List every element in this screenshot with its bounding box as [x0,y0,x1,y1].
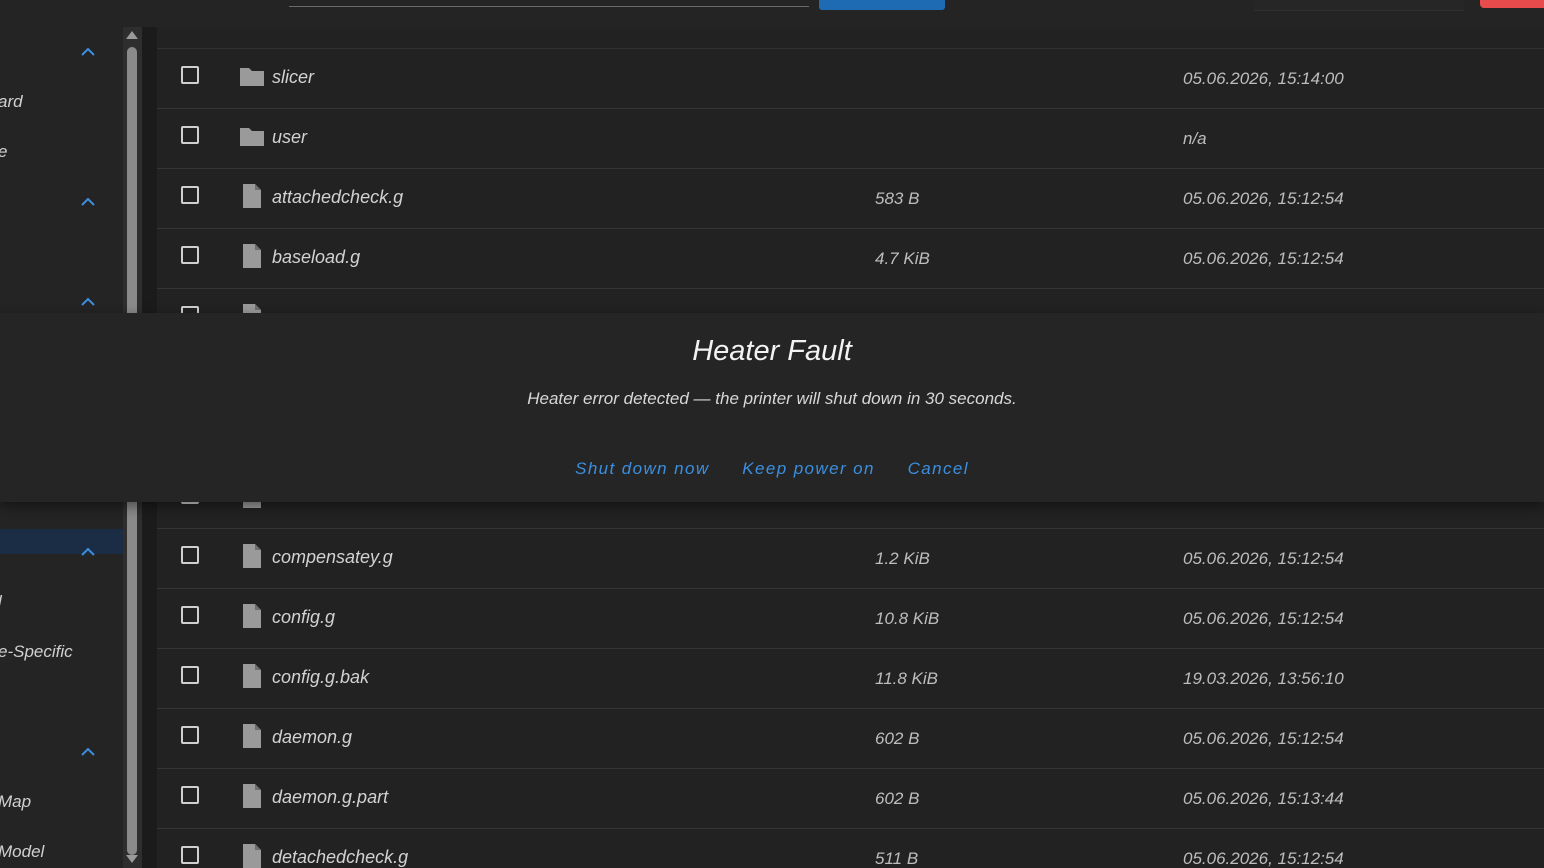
chevron-up-icon[interactable] [80,745,96,759]
folder-icon [239,63,265,89]
sidebar-item-object-model[interactable]: Model [0,842,44,862]
file-size: 4.7 KiB [875,249,930,268]
file-icon [239,183,265,209]
file-name[interactable]: attachedcheck.g [272,187,403,208]
file-size: 511 B [875,849,919,868]
file-name[interactable]: daemon.g [272,727,352,748]
sidebar-item-dashboard[interactable]: ard [0,92,23,112]
row-checkbox[interactable] [181,786,199,804]
file-size: 10.8 KiB [875,609,940,628]
table-row[interactable]: daemon.g 602 B 05.06.2026, 15:12:54 [157,709,1544,769]
row-checkbox[interactable] [181,606,199,624]
file-date: 05.06.2026, 15:12:54 [1183,849,1344,868]
file-size: 1.2 KiB [875,549,930,568]
file-size: 583 B [875,189,920,208]
file-date: 05.06.2026, 15:13:44 [1183,789,1344,808]
file-date: 05.06.2026, 15:12:54 [1183,249,1344,268]
chevron-up-icon[interactable] [80,45,96,59]
table-row[interactable]: user n/a [157,109,1544,169]
emergency-stop-button[interactable] [1480,0,1544,8]
file-name[interactable]: daemon.g.part [272,787,388,808]
file-date: 05.06.2026, 15:14:00 [1183,69,1344,88]
cancel-button[interactable]: Cancel [908,459,969,479]
chevron-up-icon[interactable] [80,545,96,559]
row-checkbox[interactable] [181,126,199,144]
file-name[interactable]: compensatey.g [272,547,393,568]
file-name[interactable]: config.g.bak [272,667,369,688]
table-row[interactable]: attachedcheck.g 583 B 05.06.2026, 15:12:… [157,169,1544,229]
table-row[interactable]: baseload.g 4.7 KiB 05.06.2026, 15:12:54 [157,229,1544,289]
row-checkbox[interactable] [181,66,199,84]
file-name[interactable]: slicer [272,67,314,88]
table-row[interactable]: config.g 10.8 KiB 05.06.2026, 15:12:54 [157,589,1544,649]
table-header [157,27,1544,49]
table-row[interactable]: slicer 05.06.2026, 15:14:00 [157,49,1544,109]
chevron-up-icon[interactable] [80,295,96,309]
scroll-down-arrow-icon[interactable] [126,855,138,863]
keep-power-on-button[interactable]: Keep power on [742,459,875,479]
file-name[interactable]: baseload.g [272,247,360,268]
row-checkbox[interactable] [181,666,199,684]
file-size: 11.8 KiB [875,669,939,688]
shut-down-now-button[interactable]: Shut down now [575,459,709,479]
top-select-field[interactable] [1254,0,1464,11]
top-bar [0,0,1544,27]
table-row[interactable]: detachedcheck.g 511 B 05.06.2026, 15:12:… [157,829,1544,868]
file-date: 05.06.2026, 15:12:54 [1183,609,1344,628]
file-size: 602 B [875,789,920,808]
sidebar-item-console[interactable]: e [0,142,7,162]
file-size: 602 B [875,729,920,748]
file-name[interactable]: user [272,127,307,148]
dialog-message: Heater error detected — the printer will… [527,389,1017,408]
row-checkbox[interactable] [181,246,199,264]
file-icon [239,843,265,868]
file-name[interactable]: detachedcheck.g [272,847,408,868]
file-icon [239,663,265,689]
search-input[interactable] [289,6,809,7]
file-date: 05.06.2026, 15:12:54 [1183,729,1344,748]
file-icon [239,243,265,269]
primary-action-button[interactable] [819,0,945,10]
sidebar-item-height-map[interactable]: Map [0,792,31,812]
row-checkbox[interactable] [181,726,199,744]
sidebar-item-machine-specific[interactable]: e-Specific [0,642,73,662]
file-icon [239,543,265,569]
table-row[interactable]: daemon.g.part 602 B 05.06.2026, 15:13:44 [157,769,1544,829]
file-date: 05.06.2026, 15:12:54 [1183,549,1344,568]
folder-icon [239,123,265,149]
row-checkbox[interactable] [181,186,199,204]
sidebar-item-general[interactable]: l [0,592,2,612]
heater-fault-dialog: Heater Fault Heater error detected — the… [0,313,1544,502]
table-row[interactable]: compensatey.g 1.2 KiB 05.06.2026, 15:12:… [157,529,1544,589]
file-icon [239,723,265,749]
sidebar-item-active[interactable] [0,529,123,554]
dialog-title: Heater Fault [692,335,852,367]
row-checkbox[interactable] [181,546,199,564]
dialog-actions: Shut down now Keep power on Cancel [0,459,1544,479]
file-name[interactable]: config.g [272,607,335,628]
file-icon [239,603,265,629]
file-date: 05.06.2026, 15:12:54 [1183,189,1344,208]
chevron-up-icon[interactable] [80,195,96,209]
file-date: n/a [1183,129,1207,148]
scroll-up-arrow-icon[interactable] [126,31,138,39]
file-date: 19.03.2026, 13:56:10 [1183,669,1344,688]
row-checkbox[interactable] [181,846,199,864]
table-row[interactable]: config.g.bak 11.8 KiB 19.03.2026, 13:56:… [157,649,1544,709]
file-icon [239,783,265,809]
